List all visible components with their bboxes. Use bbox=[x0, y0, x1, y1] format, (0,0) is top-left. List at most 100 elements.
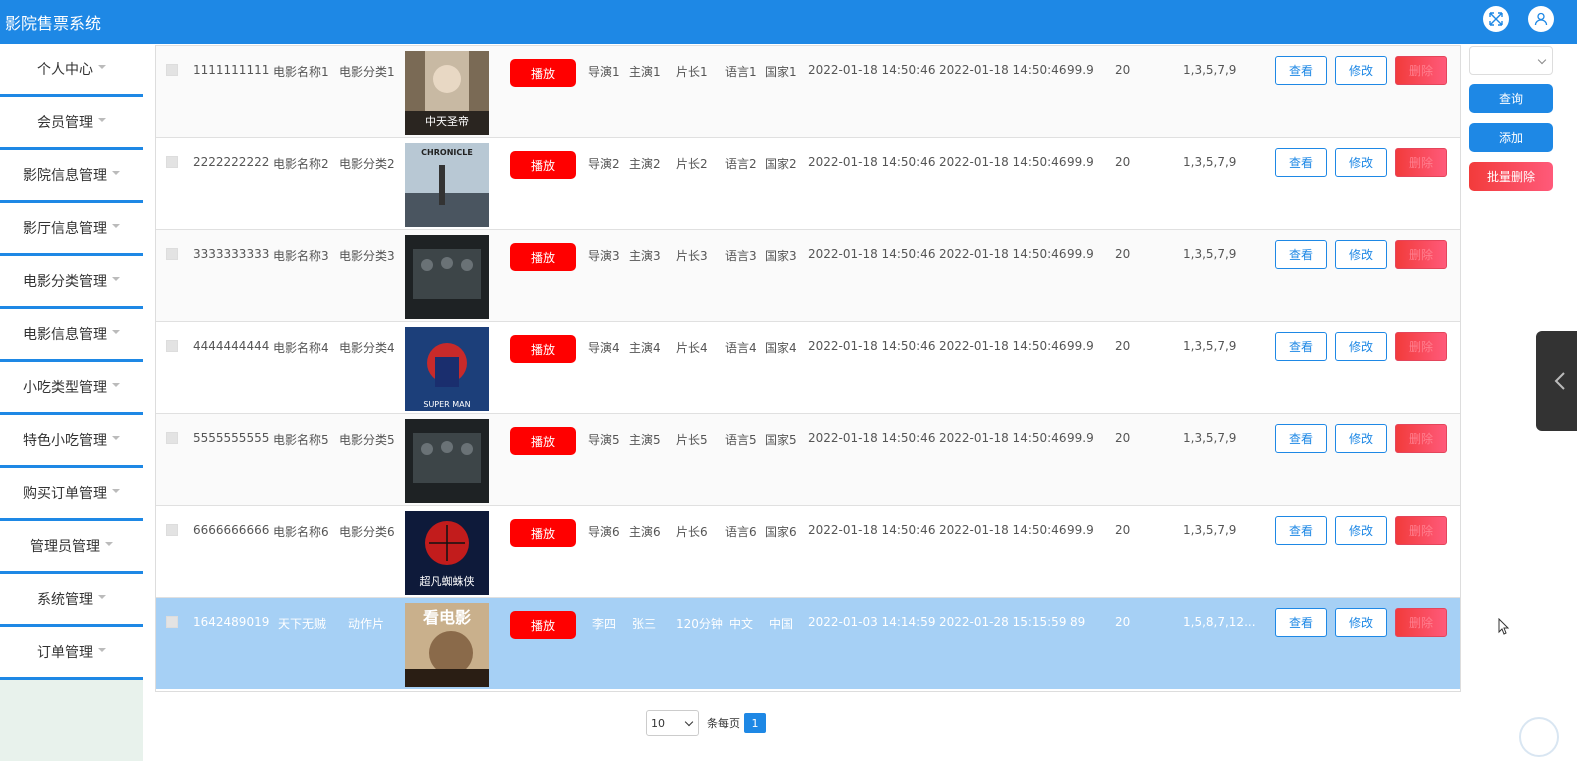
view-button[interactable]: 查看 bbox=[1275, 516, 1327, 545]
table-row[interactable]: 2222222222 电影名称2 电影分类2 导演2 主演2 片长2 语言2 国家2 2022-… bbox=[156, 137, 1460, 229]
cell-seats: 20 bbox=[1115, 431, 1131, 445]
delete-button[interactable]: 删除 bbox=[1395, 608, 1447, 637]
row-checkbox[interactable] bbox=[166, 156, 178, 168]
delete-button[interactable]: 删除 bbox=[1395, 332, 1447, 361]
caret-down-icon bbox=[112, 171, 120, 175]
sidebar-item-cinema-info[interactable]: 影院信息管理 bbox=[0, 150, 143, 203]
edit-button[interactable]: 修改 bbox=[1335, 332, 1387, 361]
user-icon[interactable] bbox=[1528, 6, 1554, 32]
sidebar-item-special-snack[interactable]: 特色小吃管理 bbox=[0, 415, 143, 468]
cell-category: 电影分类6 bbox=[339, 525, 395, 539]
view-button[interactable]: 查看 bbox=[1275, 424, 1327, 453]
caret-down-icon bbox=[98, 648, 106, 652]
play-button[interactable]: 播放 bbox=[510, 151, 576, 179]
edit-button[interactable]: 修改 bbox=[1335, 608, 1387, 637]
cell-category: 电影分类3 bbox=[339, 249, 395, 263]
back-to-top-button[interactable] bbox=[1519, 717, 1559, 757]
sidebar-item-personal-center[interactable]: 个人中心 bbox=[0, 44, 143, 97]
poster-title: SUPER MAN bbox=[423, 400, 470, 409]
sidebar-item-order-management[interactable]: 订单管理 bbox=[0, 627, 143, 680]
cell-actor: 主演6 bbox=[629, 525, 661, 539]
edit-button[interactable]: 修改 bbox=[1335, 516, 1387, 545]
cell-country: 国家6 bbox=[765, 525, 797, 539]
table-row[interactable]: 4444444444 电影名称4 电影分类4 导演4 主演4 片长4 语言4 国家4 2022-… bbox=[156, 321, 1460, 413]
sidebar-item-admin-management[interactable]: 管理员管理 bbox=[0, 521, 143, 574]
page-size-select[interactable]: 10 bbox=[646, 710, 699, 736]
page-number-current[interactable]: 1 bbox=[744, 713, 766, 733]
table-row[interactable]: 1111111111 电影名称1 电影分类1 导演1 主演1 片长1 语言1 国家1 2022-… bbox=[156, 45, 1460, 137]
sidebar-item-movie-info[interactable]: 电影信息管理 bbox=[0, 309, 143, 362]
cell-category: 电影分类1 bbox=[339, 65, 395, 79]
table-row[interactable]: 1642489019 天下无贼 动作片 李四 张三 120分钟 中文 中国 2022-01-03… bbox=[156, 597, 1460, 689]
delete-button[interactable]: 删除 bbox=[1395, 516, 1447, 545]
batch-delete-button[interactable]: 批量删除 bbox=[1469, 162, 1553, 191]
play-button[interactable]: 播放 bbox=[510, 519, 576, 547]
delete-button[interactable]: 删除 bbox=[1395, 148, 1447, 177]
sidebar-item-label: 个人中心 bbox=[37, 62, 93, 78]
cell-end: 2022-01-28 15:15:59 bbox=[939, 615, 1067, 629]
side-panel-toggle[interactable] bbox=[1536, 331, 1577, 431]
sidebar-item-hall-info[interactable]: 影厅信息管理 bbox=[0, 203, 143, 256]
cell-language: 语言4 bbox=[725, 341, 757, 355]
movie-poster bbox=[405, 419, 489, 503]
sidebar-item-movie-category[interactable]: 电影分类管理 bbox=[0, 256, 143, 309]
cell-end: 2022-01-18 14:50:46 bbox=[939, 155, 1067, 169]
row-checkbox[interactable] bbox=[166, 524, 178, 536]
cell-end: 2022-01-18 14:50:46 bbox=[939, 339, 1067, 353]
query-button[interactable]: 查询 bbox=[1469, 84, 1553, 113]
sidebar-item-system-management[interactable]: 系统管理 bbox=[0, 574, 143, 627]
fullscreen-icon[interactable] bbox=[1483, 6, 1509, 32]
sidebar: 个人中心 会员管理 影院信息管理 影厅信息管理 电影分类管理 电影信息管理 小吃… bbox=[0, 44, 143, 761]
row-checkbox[interactable] bbox=[166, 248, 178, 260]
sidebar-item-member-management[interactable]: 会员管理 bbox=[0, 97, 143, 150]
cell-price: 99.9 bbox=[1067, 247, 1094, 261]
sidebar-item-purchase-orders[interactable]: 购买订单管理 bbox=[0, 468, 143, 521]
sidebar-item-snack-type[interactable]: 小吃类型管理 bbox=[0, 362, 143, 415]
cell-schedule: 1,3,5,7,9 bbox=[1183, 431, 1237, 445]
table-row[interactable]: 6666666666 电影名称6 电影分类6 导演6 主演6 片长6 语言6 国家6 2022-… bbox=[156, 505, 1460, 597]
cell-seats: 20 bbox=[1115, 155, 1131, 169]
cell-director: 导演4 bbox=[588, 341, 620, 355]
edit-button[interactable]: 修改 bbox=[1335, 240, 1387, 269]
delete-button[interactable]: 删除 bbox=[1395, 424, 1447, 453]
edit-button[interactable]: 修改 bbox=[1335, 56, 1387, 85]
cell-seats: 20 bbox=[1115, 63, 1131, 77]
play-button[interactable]: 播放 bbox=[510, 243, 576, 271]
right-panel: 查询 添加 批量删除 bbox=[1469, 46, 1553, 191]
play-button[interactable]: 播放 bbox=[510, 427, 576, 455]
view-button[interactable]: 查看 bbox=[1275, 332, 1327, 361]
cell-duration: 片长5 bbox=[676, 433, 708, 447]
edit-button[interactable]: 修改 bbox=[1335, 148, 1387, 177]
view-button[interactable]: 查看 bbox=[1275, 148, 1327, 177]
sidebar-item-label: 小吃类型管理 bbox=[23, 380, 107, 396]
table-row[interactable]: 5555555555 电影名称5 电影分类5 导演5 主演5 片长5 语言5 国家5 2022-… bbox=[156, 413, 1460, 505]
view-button[interactable]: 查看 bbox=[1275, 56, 1327, 85]
filter-select[interactable] bbox=[1469, 46, 1553, 75]
play-button[interactable]: 播放 bbox=[510, 59, 576, 87]
row-checkbox[interactable] bbox=[166, 616, 178, 628]
delete-button[interactable]: 删除 bbox=[1395, 56, 1447, 85]
cell-schedule: 1,3,5,7,9 bbox=[1183, 339, 1237, 353]
cell-end: 2022-01-18 14:50:46 bbox=[939, 247, 1067, 261]
cell-id: 3333333333 bbox=[193, 247, 270, 261]
row-checkbox[interactable] bbox=[166, 340, 178, 352]
edit-button[interactable]: 修改 bbox=[1335, 424, 1387, 453]
mouse-cursor-icon bbox=[1498, 618, 1510, 635]
view-button[interactable]: 查看 bbox=[1275, 240, 1327, 269]
cell-actor: 主演3 bbox=[629, 249, 661, 263]
poster-title: 超凡蜘蛛侠 bbox=[420, 574, 475, 588]
cell-category: 电影分类2 bbox=[339, 157, 395, 171]
delete-button[interactable]: 删除 bbox=[1395, 240, 1447, 269]
cell-duration: 120分钟 bbox=[676, 617, 723, 631]
view-button[interactable]: 查看 bbox=[1275, 608, 1327, 637]
row-checkbox[interactable] bbox=[166, 64, 178, 76]
table-row[interactable]: 3333333333 电影名称3 电影分类3 导演3 主演3 片长3 语言3 国家3 2022-… bbox=[156, 229, 1460, 321]
add-button[interactable]: 添加 bbox=[1469, 123, 1553, 152]
cell-price: 99.9 bbox=[1067, 523, 1094, 537]
row-checkbox[interactable] bbox=[166, 432, 178, 444]
play-button[interactable]: 播放 bbox=[510, 335, 576, 363]
cell-name: 电影名称1 bbox=[273, 65, 329, 79]
cell-name: 电影名称3 bbox=[273, 249, 329, 263]
play-button[interactable]: 播放 bbox=[510, 611, 576, 639]
sidebar-item-label: 管理员管理 bbox=[30, 539, 100, 555]
